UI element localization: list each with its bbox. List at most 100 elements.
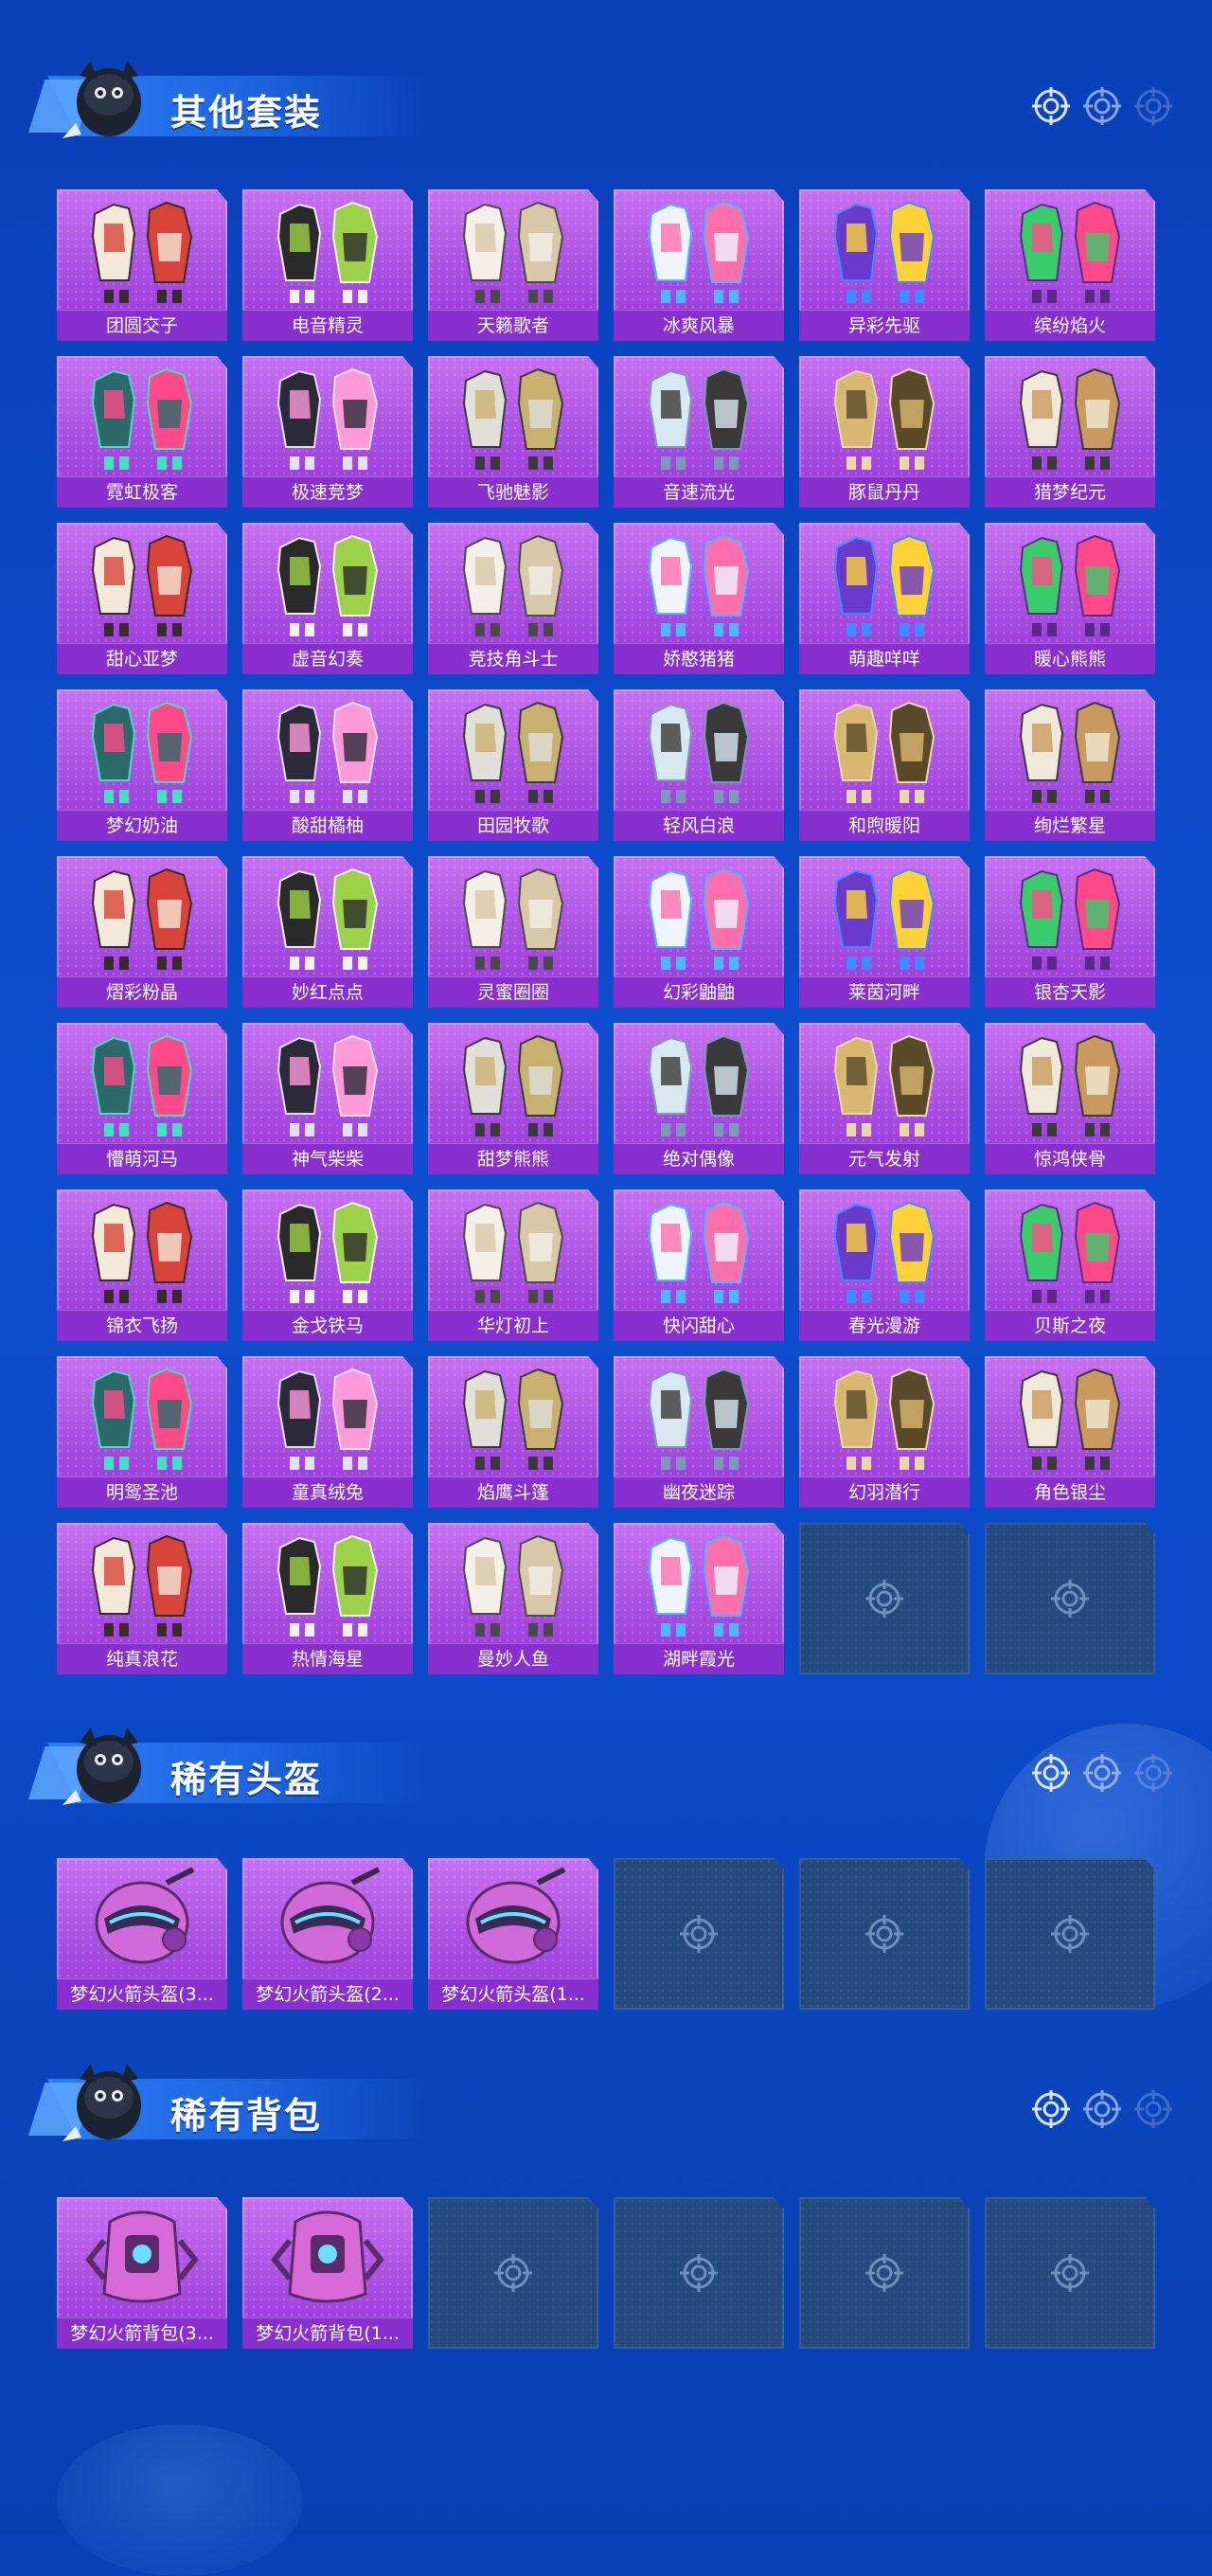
item-card[interactable]: 妙红点点 [242, 856, 413, 1008]
item-card[interactable]: 梦幻火箭背包(1... [242, 2197, 413, 2349]
item-card[interactable]: 电音精灵 [242, 189, 413, 341]
item-card[interactable]: 熠彩粉晶 [57, 856, 227, 1008]
crosshair-icon [1051, 1915, 1089, 1953]
item-card[interactable]: 快闪甜心 [614, 1190, 784, 1341]
item-card[interactable]: 幽夜迷踪 [614, 1356, 784, 1508]
item-card[interactable]: 团圆交子 [57, 189, 227, 341]
item-card[interactable]: 异彩先驱 [799, 189, 970, 341]
item-card[interactable]: 懵萌河马 [57, 1023, 227, 1174]
item-label: 贝斯之夜 [985, 1310, 1155, 1341]
item-card[interactable]: 惊鸿侠骨 [985, 1023, 1155, 1174]
outfit-icon [462, 1034, 564, 1136]
outfit-icon [462, 868, 564, 970]
item-card[interactable]: 轻风白浪 [614, 689, 784, 841]
item-card[interactable]: 角色银尘 [985, 1356, 1155, 1508]
empty-slot[interactable] [985, 1858, 1155, 2010]
item-card[interactable]: 绚烂繁星 [985, 689, 1155, 841]
item-card[interactable]: 幻彩鼬鼬 [614, 856, 784, 1008]
item-label: 霓虹极客 [57, 476, 227, 508]
item-card[interactable]: 银杏天影 [985, 856, 1155, 1008]
item-card[interactable]: 猎梦纪元 [985, 356, 1155, 508]
item-card[interactable]: 春光漫游 [799, 1190, 970, 1341]
outfit-icon [833, 534, 936, 636]
item-card[interactable]: 极速竞梦 [242, 356, 413, 508]
item-card[interactable]: 莱茵河畔 [799, 856, 970, 1008]
item-card[interactable]: 锦衣飞扬 [57, 1190, 227, 1341]
item-card[interactable]: 梦幻火箭头盔(1... [428, 1858, 598, 2010]
crosshair-icon [494, 2254, 532, 2292]
helmet-icon [280, 1867, 381, 1964]
item-card[interactable]: 湖畔霞光 [614, 1523, 784, 1674]
item-card[interactable]: 梦幻火箭头盔(3... [57, 1858, 227, 2010]
item-card[interactable]: 田园牧歌 [428, 689, 598, 841]
outfit-icon [1019, 868, 1121, 970]
item-card[interactable]: 飞驰魅影 [428, 356, 598, 508]
empty-slot[interactable] [985, 2197, 1155, 2349]
empty-slot[interactable] [799, 1858, 970, 2010]
outfit-icon [276, 1368, 379, 1470]
item-card[interactable]: 缤纷焰火 [985, 189, 1155, 341]
item-card[interactable]: 灵蜜圈圈 [428, 856, 598, 1008]
outfit-icon [91, 1034, 193, 1136]
item-card[interactable]: 梦幻火箭头盔(2... [242, 1858, 413, 2010]
item-card[interactable]: 元气发射 [799, 1023, 970, 1174]
item-card[interactable]: 甜梦熊熊 [428, 1023, 598, 1174]
empty-slot[interactable] [428, 2197, 598, 2349]
item-card[interactable]: 娇憨猪猪 [614, 523, 784, 674]
outfit-icon [1019, 201, 1121, 303]
item-card[interactable]: 神气柴柴 [242, 1023, 413, 1174]
item-label: 天籁歌者 [428, 310, 598, 341]
item-card[interactable]: 天籁歌者 [428, 189, 598, 341]
section-title: 稀有背包 [170, 2095, 323, 2137]
item-label: 异彩先驱 [799, 310, 970, 341]
outfit-icon [462, 201, 564, 303]
item-card[interactable]: 暖心熊熊 [985, 523, 1155, 674]
item-label: 春光漫游 [799, 1310, 970, 1341]
empty-slot[interactable] [985, 1523, 1155, 1674]
outfit-icon [1019, 1201, 1121, 1303]
item-card[interactable]: 金戈铁马 [242, 1190, 413, 1341]
empty-slot[interactable] [799, 2197, 970, 2349]
outfit-icon [91, 868, 193, 970]
item-card[interactable]: 甜心亚梦 [57, 523, 227, 674]
item-card[interactable]: 绝对偶像 [614, 1023, 784, 1174]
item-card[interactable]: 热情海星 [242, 1523, 413, 1674]
item-label: 虚音幻奏 [242, 643, 413, 674]
item-label: 飞驰魅影 [428, 476, 598, 508]
item-card[interactable]: 梦幻奶油 [57, 689, 227, 841]
item-label: 神气柴柴 [242, 1143, 413, 1174]
item-card[interactable]: 酸甜橘柚 [242, 689, 413, 841]
outfit-icon [276, 1534, 379, 1637]
item-card[interactable]: 童真绒兔 [242, 1356, 413, 1508]
item-card[interactable]: 明鸳圣池 [57, 1356, 227, 1508]
item-card[interactable]: 竞技角斗士 [428, 523, 598, 674]
section-header: 稀有背包 [28, 2050, 426, 2155]
item-card[interactable]: 和煦暖阳 [799, 689, 970, 841]
item-card[interactable]: 曼妙人鱼 [428, 1523, 598, 1674]
item-card[interactable]: 霓虹极客 [57, 356, 227, 508]
item-card[interactable]: 萌趣咩咩 [799, 523, 970, 674]
crosshair-icon [1083, 87, 1121, 125]
empty-slot[interactable] [614, 1858, 784, 2010]
item-card[interactable]: 音速流光 [614, 356, 784, 508]
item-card[interactable]: 冰爽风暴 [614, 189, 784, 341]
item-card[interactable]: 纯真浪花 [57, 1523, 227, 1674]
empty-slot[interactable] [614, 2197, 784, 2349]
item-card[interactable]: 焰鹰斗篷 [428, 1356, 598, 1508]
section-header: 稀有头盔 [28, 1714, 426, 1818]
item-card[interactable]: 虚音幻奏 [242, 523, 413, 674]
empty-slot[interactable] [799, 1523, 970, 1674]
item-card[interactable]: 幻羽潜行 [799, 1356, 970, 1508]
item-card[interactable]: 豚鼠丹丹 [799, 356, 970, 508]
outfit-icon [648, 1034, 750, 1136]
item-card[interactable]: 梦幻火箭背包(3... [57, 2197, 227, 2349]
item-grid: 梦幻火箭背包(3... 梦幻火箭背包(1... [57, 2197, 1155, 2349]
item-card[interactable]: 贝斯之夜 [985, 1190, 1155, 1341]
crosshair-icon [680, 2254, 718, 2292]
outfit-icon [276, 534, 379, 636]
outfit-icon [276, 868, 379, 970]
outfit-icon [462, 701, 564, 803]
item-label: 竞技角斗士 [428, 643, 598, 674]
item-card[interactable]: 华灯初上 [428, 1190, 598, 1341]
outfit-icon [648, 868, 750, 970]
